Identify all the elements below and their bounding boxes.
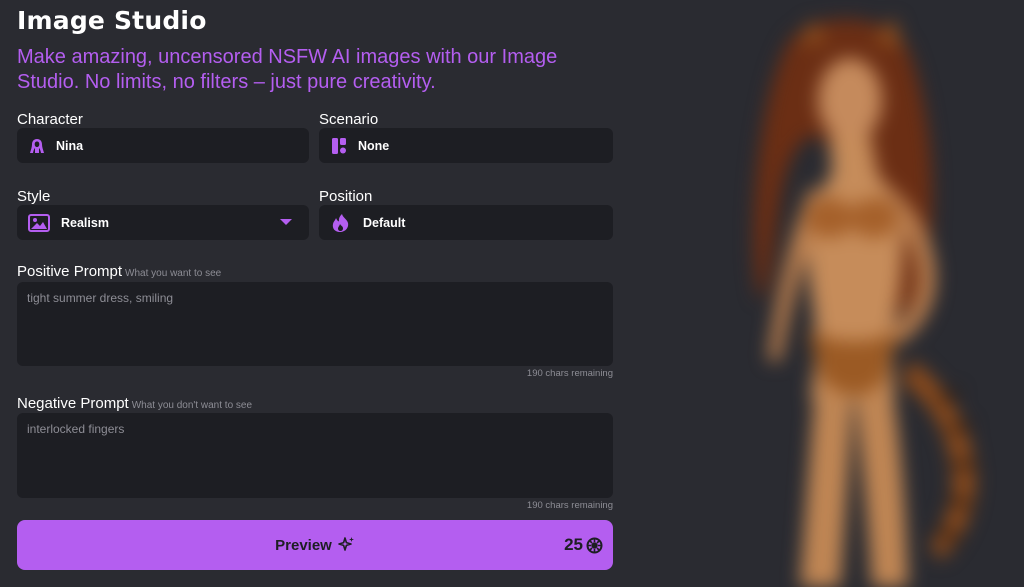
negative-prompt-placeholder: interlocked fingers <box>27 422 125 436</box>
credit-cost-value: 25 <box>564 535 583 554</box>
woman-silhouette-icon <box>27 136 47 156</box>
negative-prompt-hint: What you don't want to see <box>131 400 253 411</box>
preview-label: Preview <box>275 537 332 554</box>
negative-prompt-input[interactable]: interlocked fingers <box>17 413 613 498</box>
positive-prompt-hint: What you want to see <box>125 268 222 279</box>
image-icon <box>27 213 51 233</box>
page-subtitle: Make amazing, uncensored NSFW AI images … <box>17 46 558 93</box>
image-studio-panel: Image Studio Make amazing, uncensored NS… <box>0 0 640 587</box>
page-title: Image Studio <box>17 6 207 35</box>
style-label: Style <box>17 188 51 205</box>
chevron-down-icon <box>280 219 292 225</box>
position-value: Default <box>363 215 406 230</box>
position-label: Position <box>319 188 373 205</box>
sparkle-icon <box>338 536 355 557</box>
negative-prompt-remaining: 190 chars remaining <box>526 500 613 511</box>
preview-button[interactable]: Preview 25 <box>17 520 613 570</box>
negative-prompt-label: Negative Prompt What you don't want to se… <box>17 395 252 412</box>
character-select[interactable]: Nina <box>17 128 309 163</box>
negative-prompt-title: Negative Prompt <box>17 395 129 412</box>
flame-icon <box>329 213 353 233</box>
positive-prompt-label: Positive Prompt What you want to see <box>17 263 221 280</box>
character-value: Nina <box>56 138 84 153</box>
coin-icon <box>586 537 603 554</box>
scenario-select[interactable]: None <box>319 128 613 163</box>
style-dropdown[interactable]: Realism <box>17 205 309 240</box>
generated-image-preview <box>640 0 1024 587</box>
layout-blocks-icon <box>329 136 349 156</box>
style-value: Realism <box>61 215 109 230</box>
positive-prompt-input[interactable]: tight summer dress, smiling <box>17 282 613 366</box>
positive-prompt-title: Positive Prompt <box>17 263 123 280</box>
preview-label-group: Preview <box>17 536 613 557</box>
scenario-value: None <box>358 138 390 153</box>
positive-prompt-remaining: 190 chars remaining <box>526 368 613 379</box>
positive-prompt-placeholder: tight summer dress, smiling <box>27 291 174 305</box>
blurred-figure-image <box>753 18 976 587</box>
scenario-label: Scenario <box>319 111 379 128</box>
character-label: Character <box>17 111 83 128</box>
credit-cost: 25 <box>564 535 603 555</box>
position-select[interactable]: Default <box>319 205 613 240</box>
